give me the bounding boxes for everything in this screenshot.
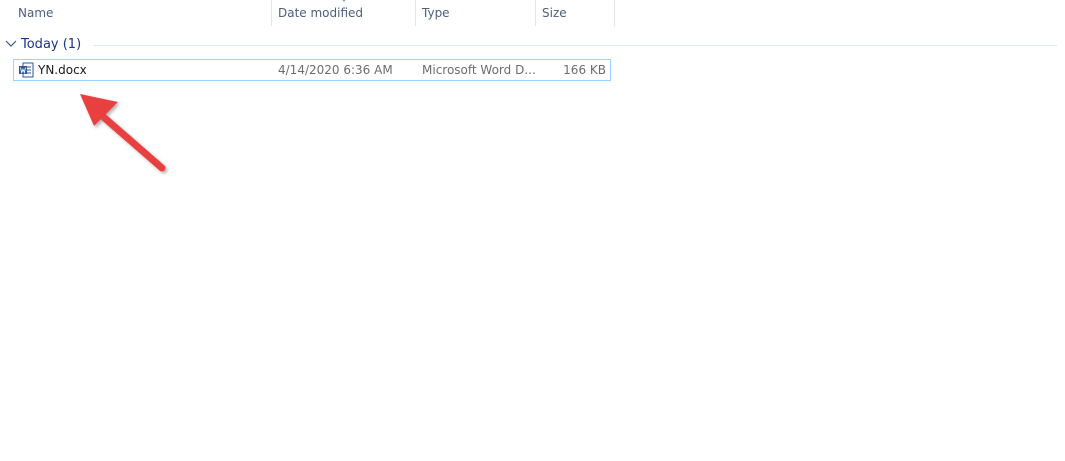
file-type: Microsoft Word D... <box>422 63 536 77</box>
sort-caret-icon <box>342 0 346 2</box>
column-size[interactable]: Size <box>536 0 614 26</box>
group-divider <box>93 45 1057 46</box>
column-name-label: Name <box>18 6 54 20</box>
column-date-modified[interactable]: Date modified <box>272 0 415 26</box>
column-header-row: Name Date modified Type Size <box>0 0 1065 26</box>
file-name[interactable]: YN.docx <box>38 60 87 80</box>
column-date-modified-label: Date modified <box>278 6 364 20</box>
column-type[interactable]: Type <box>416 0 535 26</box>
file-explorer-details-view: Name Date modified Type Size Today (1) Y… <box>0 0 1065 461</box>
column-divider[interactable] <box>614 0 615 26</box>
chevron-down-icon[interactable] <box>5 39 17 49</box>
file-row[interactable]: YN.docx 4/14/2020 6:36 AM Microsoft Word… <box>13 59 611 81</box>
column-size-label: Size <box>542 6 567 20</box>
column-name[interactable]: Name <box>12 0 270 26</box>
group-header-today[interactable]: Today (1) <box>5 35 1057 55</box>
group-label: Today (1) <box>21 37 82 52</box>
column-type-label: Type <box>422 6 450 20</box>
red-arrow-icon <box>80 94 166 172</box>
file-size: 166 KB <box>563 63 606 77</box>
word-document-icon <box>19 62 34 78</box>
file-date-modified: 4/14/2020 6:36 AM <box>278 63 393 77</box>
